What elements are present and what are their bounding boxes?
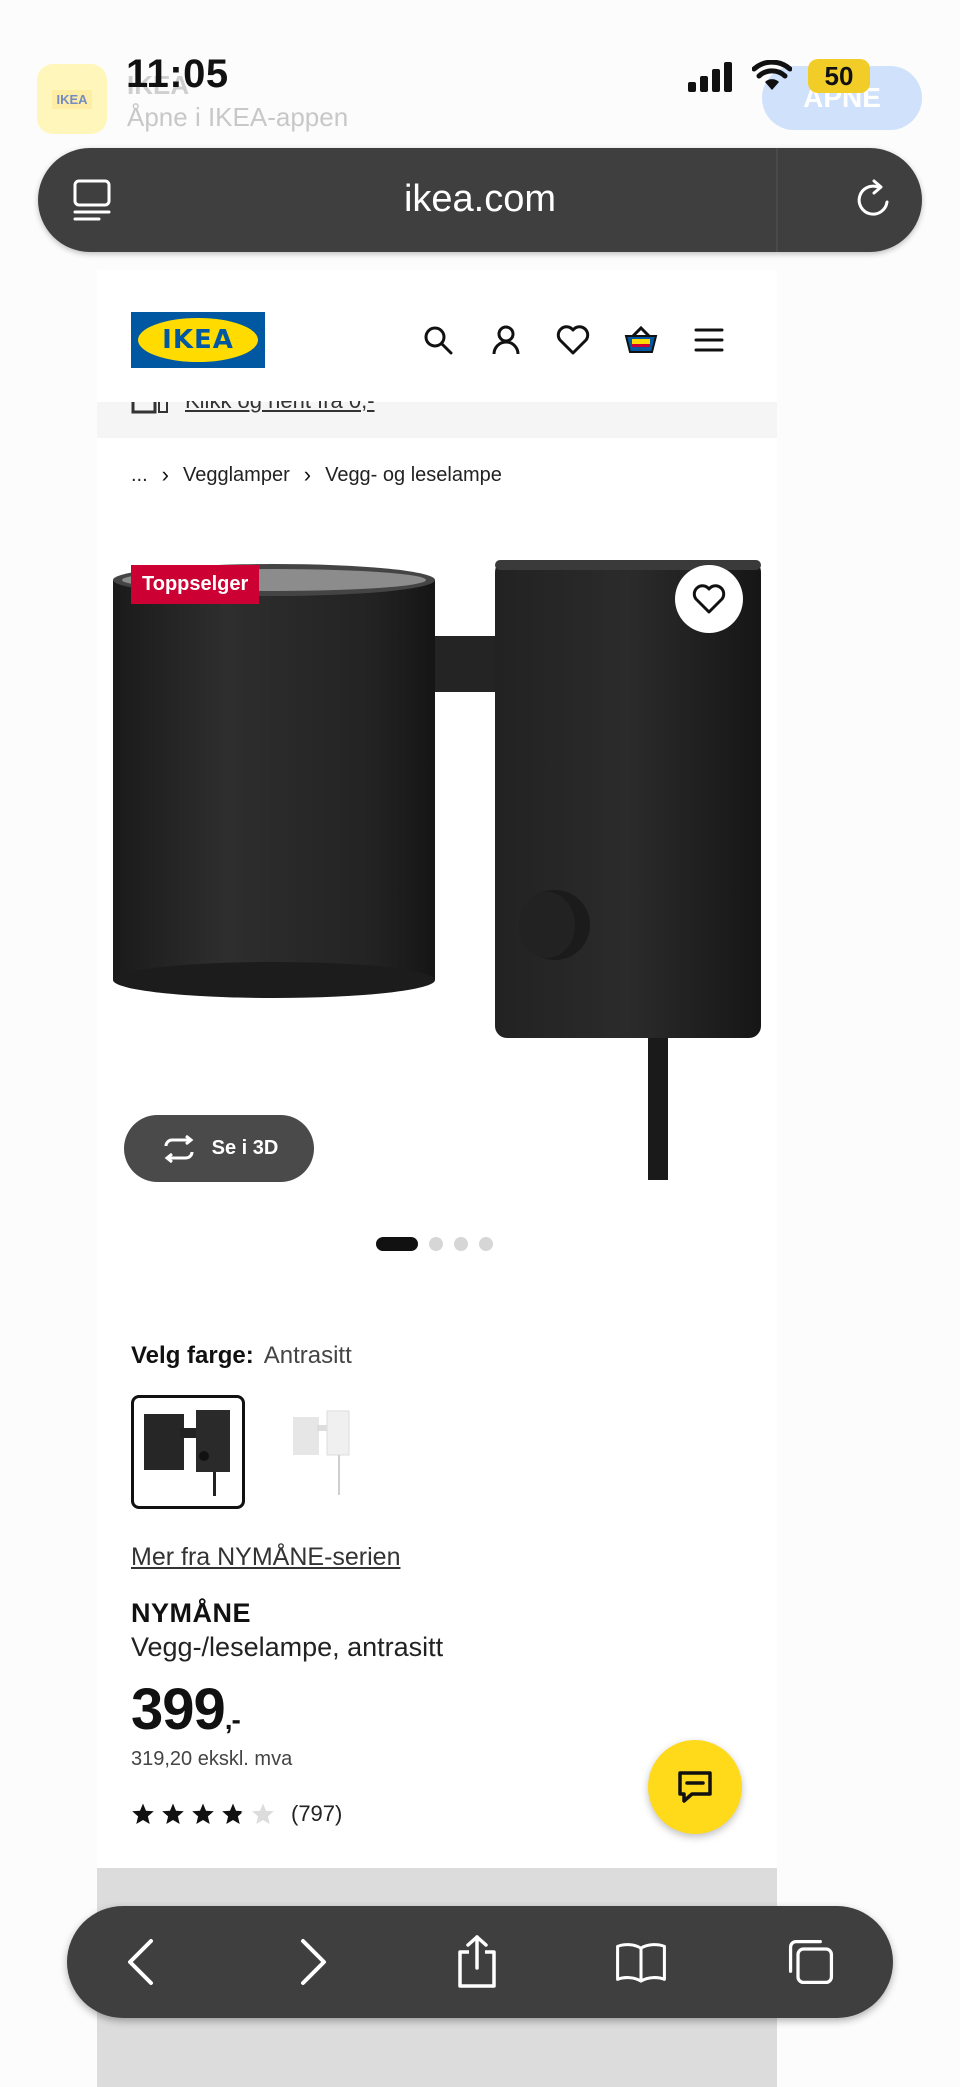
product-name: NYMÅNE: [131, 1598, 252, 1628]
carousel-dot[interactable]: [479, 1237, 493, 1251]
menu-icon[interactable]: [687, 318, 731, 362]
product-image[interactable]: [97, 540, 777, 1200]
series-link[interactable]: Mer fra NYMÅNE-serien: [131, 1543, 401, 1572]
breadcrumb-item[interactable]: Vegglamper: [183, 464, 290, 487]
carousel-indicator[interactable]: [376, 1237, 493, 1251]
ikea-logo[interactable]: IKEA: [131, 312, 265, 368]
color-swatch-white[interactable]: [265, 1395, 379, 1509]
share-icon[interactable]: [451, 1935, 503, 1988]
rating-stars[interactable]: (797): [131, 1801, 342, 1827]
star-icon: [192, 1803, 214, 1824]
reload-icon[interactable]: [854, 178, 894, 227]
chevron-right-icon: ›: [303, 462, 312, 487]
forward-icon[interactable]: [287, 1936, 339, 1988]
carousel-dot[interactable]: [454, 1237, 468, 1251]
color-label: Velg farge: Antrasitt: [131, 1342, 352, 1369]
star-icon: [132, 1803, 154, 1824]
app-logo: IKEA: [37, 64, 107, 134]
breadcrumb-item[interactable]: ...: [131, 464, 148, 487]
heart-icon: [692, 584, 726, 614]
star-icon: [162, 1803, 184, 1824]
favorite-button[interactable]: [675, 565, 743, 633]
back-icon[interactable]: [115, 1936, 167, 1988]
url-text[interactable]: ikea.com: [38, 178, 922, 221]
star-icon: [222, 1803, 244, 1824]
rotate-3d-icon: [164, 1134, 194, 1163]
carousel-dot[interactable]: [429, 1237, 443, 1251]
breadcrumb: ... › Vegglamper › Vegg- og leselampe: [131, 462, 502, 488]
basket-icon[interactable]: [619, 318, 663, 362]
color-swatch-anthracite[interactable]: [131, 1395, 245, 1509]
browser-toolbar: [67, 1906, 893, 2018]
breadcrumb-item[interactable]: Vegg- og leselampe: [325, 464, 502, 487]
carousel-dot[interactable]: [376, 1237, 418, 1251]
search-icon[interactable]: [416, 318, 460, 362]
review-count[interactable]: (797): [291, 1801, 342, 1827]
product-description: Vegg-/leselampe, antrasitt: [131, 1632, 444, 1662]
star-icon: [252, 1803, 274, 1824]
header-bg: [97, 370, 777, 401]
chat-icon: [678, 1771, 712, 1803]
chat-button[interactable]: [648, 1740, 742, 1834]
product-price: 399,-: [131, 1677, 241, 1742]
address-bar[interactable]: ikea.com: [38, 148, 922, 252]
signal-icon: [688, 62, 736, 97]
color-value: Antrasitt: [263, 1342, 352, 1369]
view-3d-button[interactable]: Se i 3D: [124, 1115, 314, 1182]
bookmarks-icon[interactable]: [615, 1936, 667, 1988]
bestseller-badge: Toppselger: [131, 565, 260, 604]
tabs-icon[interactable]: [785, 1936, 837, 1988]
banner-subtitle: Åpne i IKEA-appen: [127, 102, 349, 132]
chevron-right-icon: ›: [161, 462, 169, 487]
status-time: 11:05: [126, 52, 229, 96]
battery-indicator: 50: [808, 59, 870, 93]
user-icon[interactable]: [484, 318, 528, 362]
heart-icon[interactable]: [551, 318, 595, 362]
wifi-icon: [751, 59, 793, 97]
price-ex-vat: 319,20 ekskl. mva: [131, 1748, 293, 1770]
